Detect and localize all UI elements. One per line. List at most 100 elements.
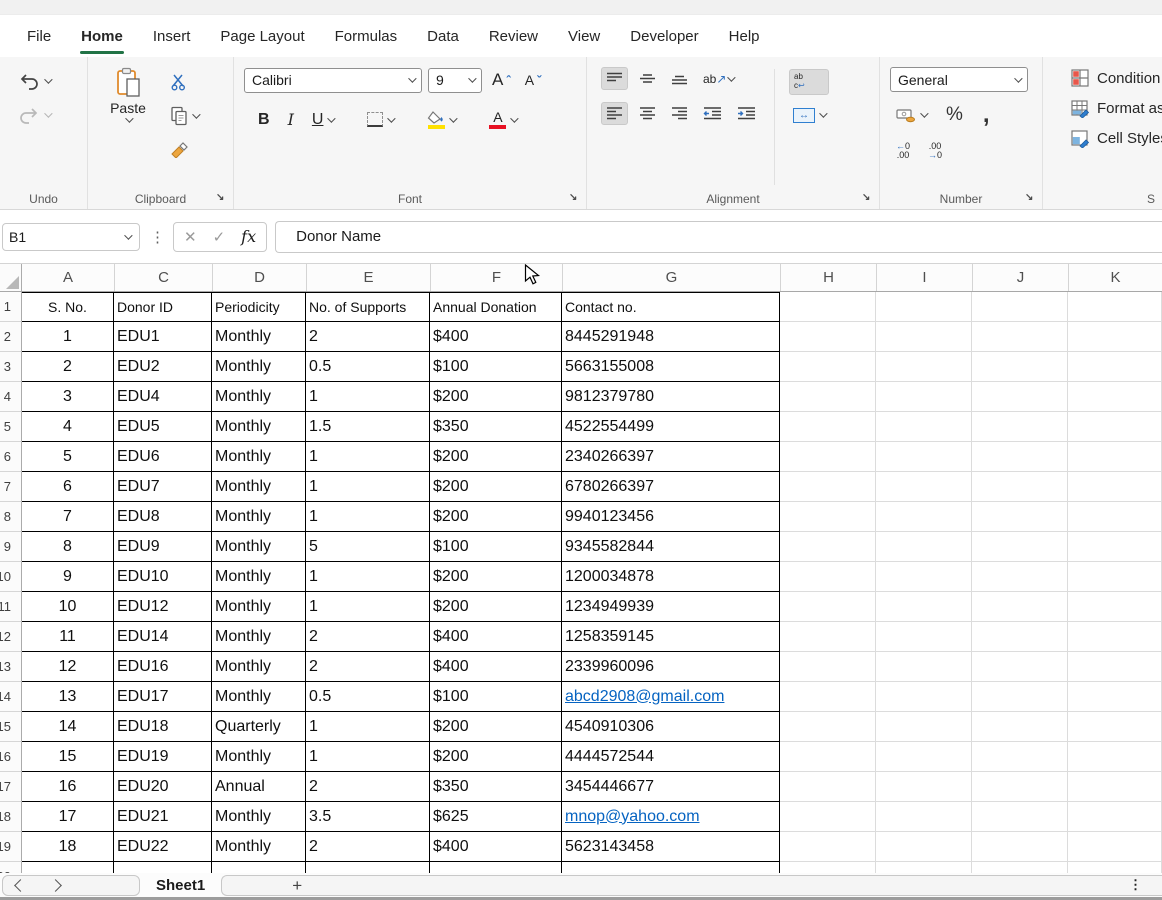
table-cell[interactable]: Quarterly: [212, 712, 306, 742]
table-cell[interactable]: Monthly: [212, 352, 306, 382]
table-cell[interactable]: Annual: [212, 772, 306, 802]
table-cell[interactable]: 2: [306, 652, 430, 682]
row-header-2[interactable]: 2: [0, 322, 22, 352]
empty-cell[interactable]: [780, 292, 876, 322]
row-header-17[interactable]: 17: [0, 772, 22, 802]
row-header-12[interactable]: 12: [0, 622, 22, 652]
orientation-button[interactable]: ab↗: [699, 69, 737, 89]
table-cell[interactable]: 2: [306, 322, 430, 352]
empty-cell[interactable]: [1068, 772, 1162, 802]
table-cell[interactable]: EDU6: [114, 442, 212, 472]
table-cell[interactable]: 1: [306, 562, 430, 592]
empty-cell[interactable]: [780, 352, 876, 382]
table-cell[interactable]: 1: [306, 502, 430, 532]
empty-cell[interactable]: [1068, 622, 1162, 652]
empty-cell[interactable]: [1068, 652, 1162, 682]
table-cell[interactable]: $200: [430, 382, 562, 412]
empty-cell[interactable]: [876, 442, 972, 472]
table-cell[interactable]: EDU9: [114, 532, 212, 562]
alignment-dialog-launcher[interactable]: ↘: [862, 193, 873, 204]
row-header-8[interactable]: 8: [0, 502, 22, 532]
table-cell[interactable]: 5623143458: [562, 832, 780, 862]
redo-button[interactable]: [14, 103, 87, 127]
table-cell[interactable]: 4444572544: [562, 742, 780, 772]
empty-cell[interactable]: [972, 682, 1068, 712]
table-cell[interactable]: EDU1: [114, 322, 212, 352]
empty-cell[interactable]: [780, 712, 876, 742]
table-cell[interactable]: 1.5: [306, 412, 430, 442]
table-cell[interactable]: 2: [306, 622, 430, 652]
table-cell[interactable]: EDU12: [114, 592, 212, 622]
empty-cell[interactable]: [972, 772, 1068, 802]
enter-icon[interactable]: ✓: [213, 228, 226, 246]
empty-cell[interactable]: [780, 562, 876, 592]
empty-cell[interactable]: [972, 592, 1068, 622]
table-cell[interactable]: 2340266397: [562, 442, 780, 472]
empty-cell[interactable]: [780, 382, 876, 412]
table-cell[interactable]: 12: [21, 652, 114, 682]
table-cell[interactable]: EDU14: [114, 622, 212, 652]
insert-function-icon[interactable]: fx: [241, 227, 256, 246]
empty-cell[interactable]: [972, 532, 1068, 562]
table-cell[interactable]: 15: [21, 742, 114, 772]
table-cell[interactable]: $350: [430, 772, 562, 802]
table-cell[interactable]: 8445291948: [562, 322, 780, 352]
table-header-cell[interactable]: Periodicity: [212, 292, 306, 322]
format-as-table-button[interactable]: Format as: [1071, 99, 1162, 118]
table-cell[interactable]: EDU20: [114, 772, 212, 802]
table-cell[interactable]: 4540910306: [562, 712, 780, 742]
table-cell[interactable]: 1: [306, 442, 430, 472]
empty-cell[interactable]: [1068, 532, 1162, 562]
table-cell[interactable]: 1234949939: [562, 592, 780, 622]
table-cell[interactable]: 14: [21, 712, 114, 742]
table-cell[interactable]: 0.5: [306, 352, 430, 382]
row-header-16[interactable]: 16: [0, 742, 22, 772]
table-cell[interactable]: EDU16: [114, 652, 212, 682]
borders-dropdown-icon[interactable]: [388, 114, 396, 122]
table-cell[interactable]: 18: [21, 832, 114, 862]
undo-dropdown-icon[interactable]: [44, 75, 52, 83]
row-header-4[interactable]: 4: [0, 382, 22, 412]
empty-cell[interactable]: [972, 712, 1068, 742]
table-header-cell[interactable]: S. No.: [21, 292, 114, 322]
table-cell[interactable]: Monthly: [212, 382, 306, 412]
table-cell[interactable]: 2: [306, 772, 430, 802]
table-cell[interactable]: $400: [430, 622, 562, 652]
table-cell[interactable]: 9: [21, 562, 114, 592]
accounting-dropdown-icon[interactable]: [920, 109, 928, 117]
table-cell[interactable]: 1: [306, 592, 430, 622]
empty-cell[interactable]: [1068, 382, 1162, 412]
table-cell[interactable]: 10: [21, 592, 114, 622]
empty-cell[interactable]: [780, 682, 876, 712]
empty-cell[interactable]: [972, 622, 1068, 652]
table-cell[interactable]: 9940123456: [562, 502, 780, 532]
column-header-H[interactable]: H: [781, 264, 877, 291]
table-cell[interactable]: 9812379780: [562, 382, 780, 412]
empty-cell[interactable]: [876, 532, 972, 562]
empty-cell[interactable]: [972, 442, 1068, 472]
table-cell[interactable]: 1200034878: [562, 562, 780, 592]
table-cell[interactable]: EDU5: [114, 412, 212, 442]
table-cell[interactable]: $200: [430, 742, 562, 772]
table-cell[interactable]: 4522554499: [562, 412, 780, 442]
column-header-G[interactable]: G: [563, 264, 781, 291]
table-header-cell[interactable]: Contact no.: [562, 292, 780, 322]
table-cell[interactable]: 2: [21, 352, 114, 382]
table-cell[interactable]: Monthly: [212, 442, 306, 472]
empty-cell[interactable]: [876, 712, 972, 742]
empty-cell[interactable]: [876, 592, 972, 622]
table-cell[interactable]: Monthly: [212, 502, 306, 532]
table-cell[interactable]: 1: [306, 472, 430, 502]
table-cell[interactable]: Monthly: [212, 412, 306, 442]
row-header-10[interactable]: 10: [0, 562, 22, 592]
number-format-combo[interactable]: General: [890, 67, 1028, 92]
empty-cell[interactable]: [876, 622, 972, 652]
table-cell[interactable]: Monthly: [212, 322, 306, 352]
table-cell[interactable]: 3.5: [306, 802, 430, 832]
menu-tab-formulas[interactable]: Formulas: [320, 15, 413, 57]
empty-cell[interactable]: [972, 382, 1068, 412]
table-cell[interactable]: 3: [21, 382, 114, 412]
hyperlink[interactable]: mnop@yahoo.com: [565, 808, 700, 826]
empty-cell[interactable]: [876, 682, 972, 712]
accounting-format-button[interactable]: [892, 105, 930, 126]
